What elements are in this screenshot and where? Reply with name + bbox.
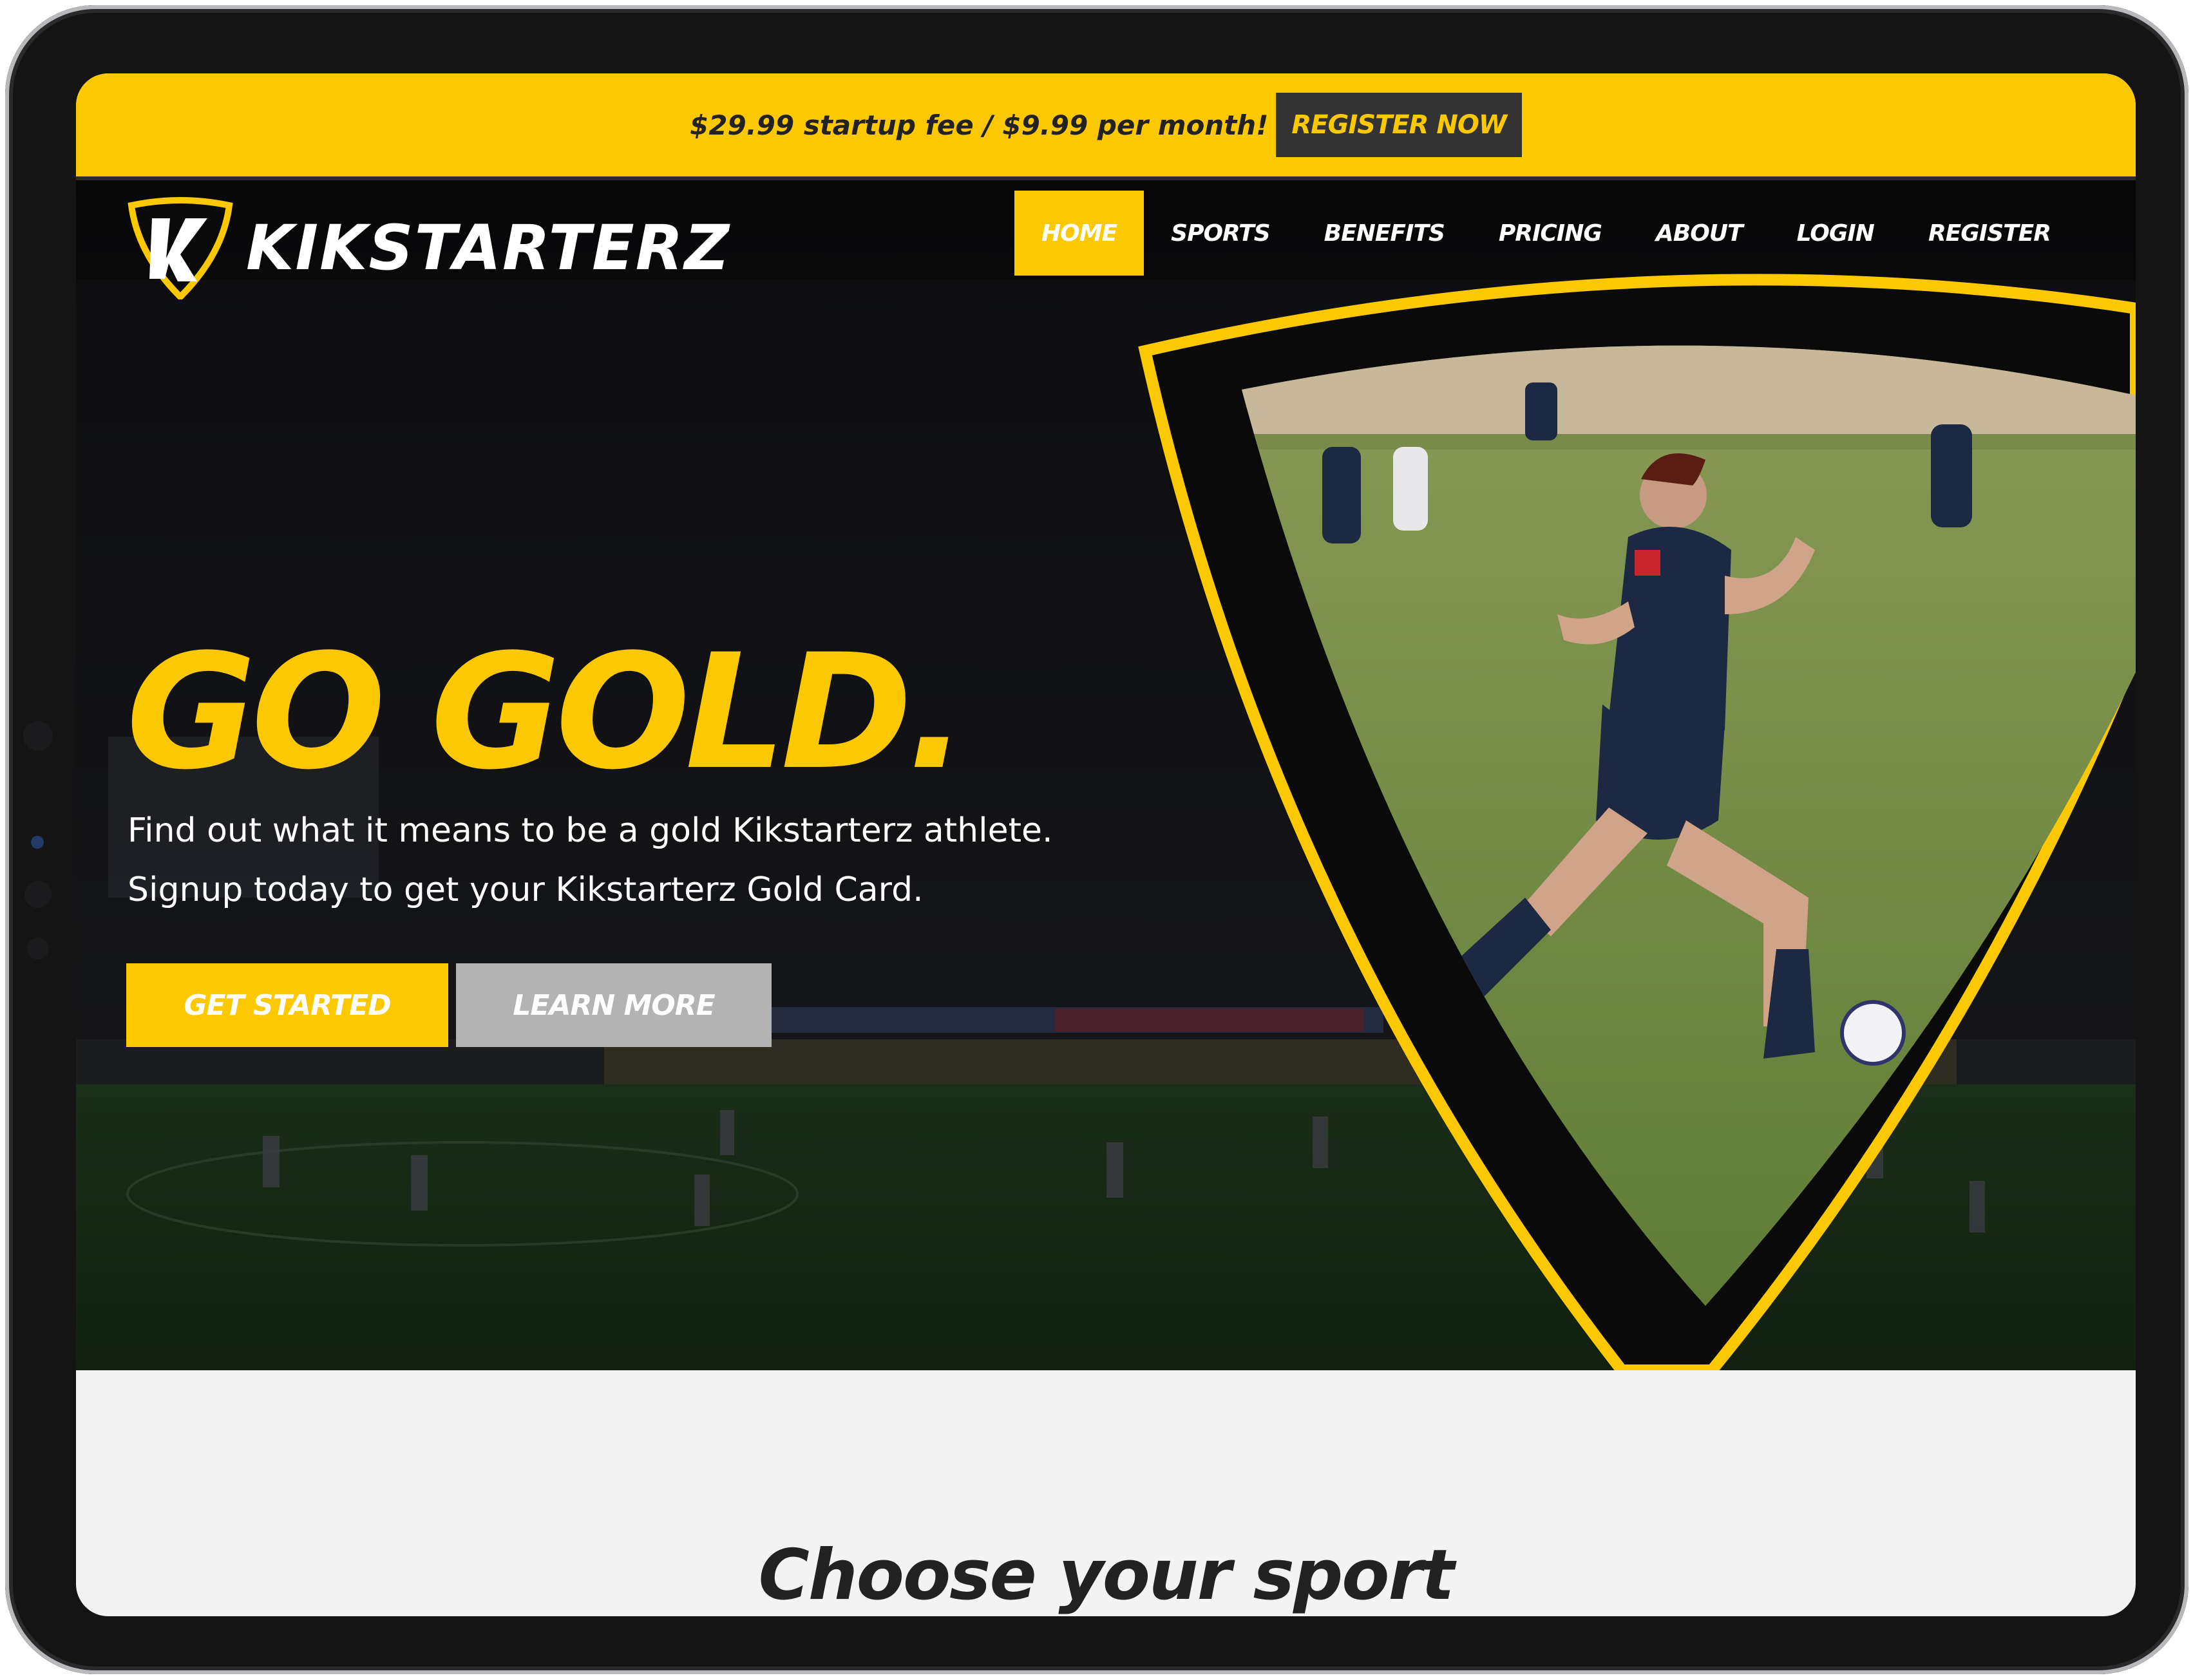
promo-bar: $29.99 startup fee / $9.99 per month! RE… bbox=[76, 73, 2136, 176]
get-started-button[interactable]: GET STARTED bbox=[126, 963, 448, 1047]
sensor-dot bbox=[31, 836, 44, 849]
choose-sport-heading: Choose your sport bbox=[758, 1535, 1455, 1616]
hero-top-divider bbox=[76, 176, 2136, 180]
tablet-frame: $29.99 startup fee / $9.99 per month! RE… bbox=[5, 5, 2188, 1674]
hero-subtext-line-2: Signup today to get your Kikstarterz Gol… bbox=[128, 871, 924, 909]
hero-section: KIKSTARTERZ HOME SPORTS BENEFITS PRICING… bbox=[76, 176, 2136, 1370]
learn-more-button[interactable]: LEARN MORE bbox=[456, 963, 772, 1047]
nav-home[interactable]: HOME bbox=[1014, 191, 1144, 276]
nav-pricing[interactable]: PRICING bbox=[1472, 191, 1629, 276]
brand-name: KIKSTARTERZ bbox=[246, 212, 731, 284]
register-now-button[interactable]: REGISTER NOW bbox=[1276, 93, 1522, 157]
flash-dot bbox=[27, 938, 49, 959]
kikstarterz-logo-icon bbox=[128, 197, 233, 299]
hero-headline: GO GOLD. bbox=[126, 621, 967, 805]
front-camera bbox=[23, 721, 53, 751]
hero-subtext: Find out what it means to be a gold Kiks… bbox=[128, 801, 1052, 920]
main-nav: HOME SPORTS BENEFITS PRICING ABOUT LOGIN… bbox=[1014, 191, 2078, 276]
hero-subtext-line-1: Find out what it means to be a gold Kiks… bbox=[128, 811, 1053, 850]
nav-register[interactable]: REGISTER bbox=[1901, 191, 2078, 276]
promo-text: $29.99 startup fee / $9.99 per month! bbox=[690, 109, 1269, 141]
nav-sports[interactable]: SPORTS bbox=[1144, 191, 1297, 276]
browser-viewport: $29.99 startup fee / $9.99 per month! RE… bbox=[76, 73, 2136, 1616]
nav-about[interactable]: ABOUT bbox=[1629, 191, 1770, 276]
camera-lens bbox=[24, 881, 52, 908]
nav-login[interactable]: LOGIN bbox=[1770, 191, 1901, 276]
brand-logo[interactable]: KIKSTARTERZ bbox=[126, 193, 730, 303]
nav-benefits[interactable]: BENEFITS bbox=[1297, 191, 1472, 276]
